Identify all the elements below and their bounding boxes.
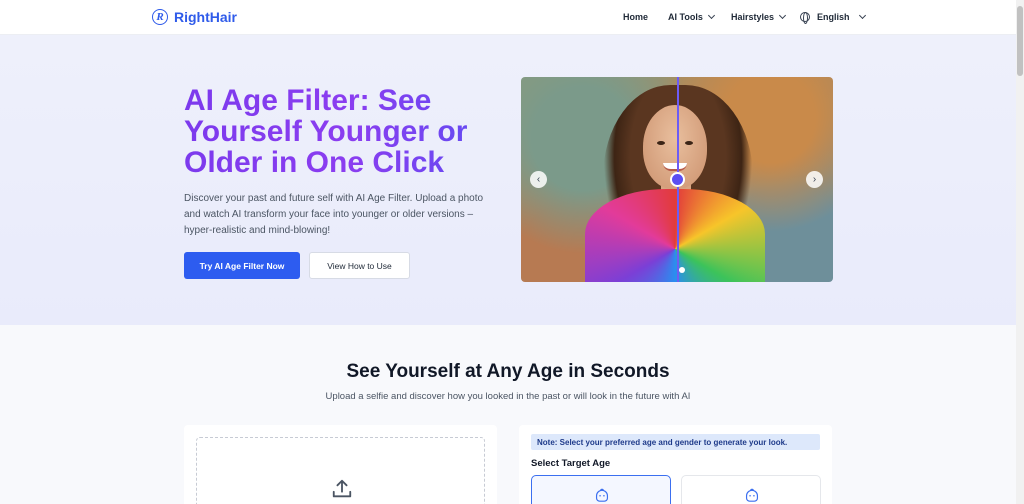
nav-hairstyles-menu[interactable]: Hairstyles — [731, 11, 787, 22]
age-settings-card: Note: Select your preferred age and gend… — [519, 425, 832, 504]
brand-logo[interactable]: R RightHair — [152, 9, 237, 25]
view-how-to-use-button[interactable]: View How to Use — [309, 252, 410, 279]
language-label: English — [817, 12, 850, 22]
instruction-note: Note: Select your preferred age and gend… — [531, 434, 820, 450]
try-age-filter-button[interactable]: Try AI Age Filter Now — [184, 252, 300, 279]
nav-ai-tools-label: AI Tools — [668, 12, 703, 22]
scrollbar-thumb[interactable] — [1017, 6, 1023, 76]
section-title: See Yourself at Any Age in Seconds — [346, 361, 670, 382]
portrait-smile — [663, 163, 687, 171]
age-option[interactable] — [681, 475, 821, 504]
language-selector[interactable]: English — [800, 11, 866, 24]
page-scrollbar[interactable] — [1016, 0, 1024, 504]
hero-description: Discover your past and future self with … — [184, 193, 484, 236]
section-subtitle: Upload a selfie and discover how you loo… — [325, 391, 691, 402]
age-option-selected[interactable] — [531, 475, 671, 504]
carousel-next-button[interactable]: › — [806, 171, 823, 188]
nav-home-label: Home — [623, 12, 649, 22]
nav-home-link[interactable]: Home — [623, 12, 648, 22]
before-after-comparison-image[interactable]: ‹ › — [521, 77, 833, 282]
brand-name: RightHair — [174, 9, 237, 25]
age-tool-section: See Yourself at Any Age in Seconds Uploa… — [0, 325, 1016, 504]
hero-title: AI Age Filter: See Yourself Younger or O… — [184, 85, 514, 178]
chevron-down-icon — [707, 11, 715, 20]
comparison-slider-handle[interactable] — [670, 172, 685, 187]
carousel-indicator-dot[interactable] — [679, 267, 685, 273]
upload-icon — [332, 479, 352, 498]
hero-section: AI Age Filter: See Yourself Younger or O… — [0, 35, 1016, 325]
portrait-eye — [685, 141, 693, 145]
chevron-down-icon — [778, 11, 787, 20]
nav-ai-tools-menu[interactable]: AI Tools — [668, 11, 715, 22]
baby-face-icon — [595, 488, 609, 502]
upload-card — [184, 425, 497, 504]
baby-face-icon — [745, 488, 759, 502]
upload-dropzone[interactable] — [196, 437, 485, 504]
top-navbar: R RightHair Home AI Tools Hairstyles Eng… — [0, 0, 1016, 35]
target-age-label: Select Target Age — [531, 458, 611, 469]
logo-icon: R — [152, 9, 168, 25]
nav-hairstyles-label: Hairstyles — [731, 12, 775, 22]
chevron-down-icon — [858, 11, 866, 20]
tie-dye-shirt — [585, 189, 765, 282]
carousel-prev-button[interactable]: ‹ — [530, 171, 547, 188]
globe-icon — [800, 12, 810, 24]
portrait-eye — [657, 141, 665, 145]
